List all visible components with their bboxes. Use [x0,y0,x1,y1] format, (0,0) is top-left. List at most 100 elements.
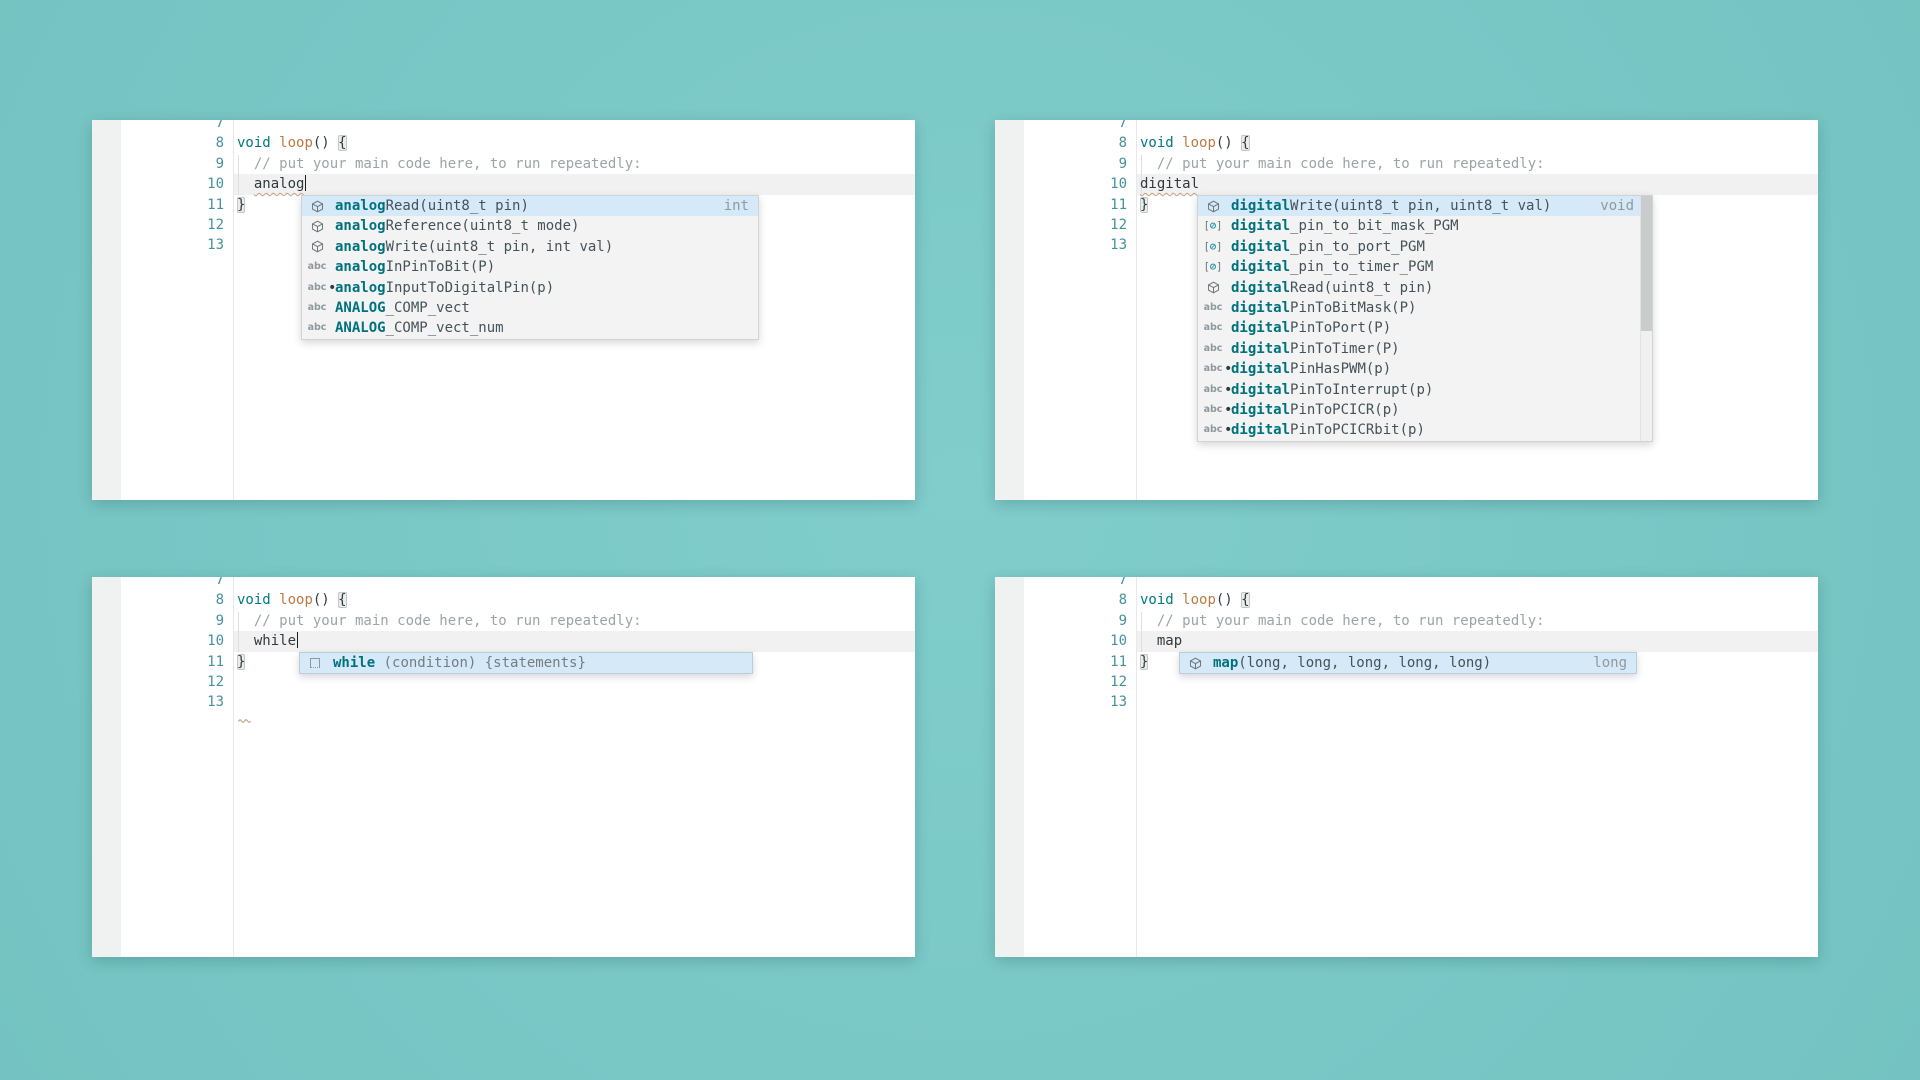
completion-item[interactable]: abc ANALOG_COMP_vect_num [302,318,758,338]
text-suggestion-icon: abc [307,261,327,273]
completion-item[interactable]: analogReference(uint8_t mode) [302,216,758,236]
completion-rest: _pin_to_port_PGM [1290,238,1425,255]
completion-item[interactable]: digitalWrite(uint8_t pin, uint8_t val) vo… [1198,196,1652,217]
completion-prefix: digital [1231,299,1291,316]
completion-item[interactable]: abc digitalPinToTimer(P) [1198,339,1652,359]
text-suggestion-icon: abc [307,301,327,313]
method-icon [306,216,328,236]
method-icon [306,237,328,257]
method-icon [1202,196,1224,216]
completion-item[interactable]: abc analogInPinToBit(P) [302,257,758,277]
completion-rest: PinToTimer(P) [1290,340,1400,357]
completion-rest: Write(uint8_t pin, int val) [385,238,614,255]
text-cursor [296,631,299,648]
completion-item[interactable]: abc • digitalPinToInterrupt(p) [1198,380,1652,400]
while-completion-editor-panel: 7 8 9 10 11 12 13 void loop() { // put y… [92,577,915,957]
completion-label: ANALOG_COMP_vect_num [335,318,504,338]
code-line: void loop() { [237,133,347,153]
completion-item[interactable]: [⊘] digital_pin_to_timer_PGM [1198,257,1652,277]
completion-item[interactable]: map(long, long, long, long, long) long [1180,653,1636,674]
typed-text: analog [253,176,305,193]
completion-rest: InputToDigitalPin(p) [385,279,555,296]
code-line-typed: analog [237,174,307,194]
completion-label: digital_pin_to_port_PGM [1231,237,1425,257]
completion-rest: (condition) {statements} [375,655,586,671]
text-suggestion-icon: abc [1203,301,1223,313]
code-token-keyword: void [237,135,280,152]
text-cursor [304,174,307,191]
completion-rest: _pin_to_timer_PGM [1290,259,1434,276]
completion-item[interactable]: abc • analogInputToDigitalPin(p) [302,278,758,298]
completion-item[interactable]: while (condition) {statements} [300,653,752,674]
text-suggestion-icon: abc [1203,342,1223,354]
code-line-comment: // put your main code here, to run repea… [237,155,642,172]
snippet-icon [304,653,326,673]
method-icon [1184,653,1206,673]
dropdown-scrollbar[interactable] [1640,196,1652,441]
completion-item[interactable]: [⊘] digital_pin_to_port_PGM [1198,237,1652,257]
completion-item[interactable]: abc digitalPinToBitMask(P) [1198,298,1652,318]
completion-rest: Read(uint8_t pin) [1290,279,1434,296]
completion-prefix: analog [335,198,386,214]
completion-prefix: digital [1231,198,1291,214]
completion-item[interactable]: abc • digitalPinToPCICR(p) [1198,400,1652,420]
code-line-comment: // put your main code here, to run repea… [1140,155,1545,172]
code-token-function: loop [1182,135,1216,152]
code-token-keyword: void [1140,592,1183,609]
completion-label: digitalPinHasPWM(p) [1231,359,1391,379]
completion-item[interactable]: abc • digitalPinToPCICRbit(p) [1198,420,1652,440]
completion-rest: (long, long, long, long, long) [1238,655,1492,671]
code-text-area[interactable]: void loop() { // put your main code here… [92,577,915,957]
completion-label: digital_pin_to_bit_mask_PGM [1231,216,1459,236]
completion-item[interactable]: abc digitalPinToPort(P) [1198,318,1652,338]
completion-item[interactable]: analogRead(uint8_t pin) int [302,196,758,217]
code-token: () [1215,135,1242,152]
completion-label: analogReference(uint8_t mode) [335,216,579,236]
member-bullet: • [1224,361,1233,378]
code-line: } [237,195,246,215]
macro-icon: [⊘] [1203,220,1223,233]
bracket-match: { [338,592,347,609]
return-type: int [723,198,749,214]
completion-prefix: digital [1231,381,1291,398]
code-token-function: loop [279,592,313,609]
bracket-match: } [237,653,246,670]
completion-rest: _COMP_vect [385,299,470,316]
completion-rest: Write(uint8_t pin, uint8_t val) [1290,198,1552,214]
text-suggestion-icon: abc [1203,403,1223,415]
completion-label: digitalPinToPCICRbit(p) [1231,420,1425,440]
bracket-match: } [1140,653,1149,670]
completion-label: digitalWrite(uint8_t pin, uint8_t val) [1231,196,1551,216]
completion-label: digitalPinToInterrupt(p) [1231,380,1433,400]
completion-prefix: analog [335,259,386,276]
completion-label: ANALOG_COMP_vect [335,298,470,318]
scrollbar-thumb[interactable] [1641,196,1652,331]
completion-prefix: ANALOG [335,320,386,337]
completion-item[interactable]: digitalRead(uint8_t pin) [1198,278,1652,298]
completion-prefix: map [1213,655,1239,671]
bracket-match: { [1241,592,1250,609]
completion-item[interactable]: abc ANALOG_COMP_vect [302,298,758,318]
completion-rest: PinToPCICRbit(p) [1290,422,1425,439]
completion-prefix: digital [1231,279,1291,296]
code-line: void loop() { [1140,590,1250,610]
member-bullet: • [328,279,337,296]
text-suggestion-icon: abc [1203,424,1223,436]
indent-spaces [1140,633,1157,649]
completion-prefix: ANALOG [335,299,386,316]
completion-prefix: digital [1231,238,1291,255]
completion-item[interactable]: analogWrite(uint8_t pin, int val) [302,237,758,257]
autocomplete-popup: digitalWrite(uint8_t pin, uint8_t val) vo… [1197,195,1653,442]
completion-label: analogInputToDigitalPin(p) [335,278,554,298]
return-type: void [1600,198,1634,214]
method-icon [306,196,328,216]
macro-icon: [⊘] [1203,261,1223,274]
code-text-area[interactable]: void loop() { // put your main code here… [995,577,1818,957]
text-suggestion-icon: abc [1203,383,1223,395]
completion-label: analogRead(uint8_t pin) [335,196,529,216]
completion-rest: PinToPCICR(p) [1290,401,1400,418]
completion-prefix: digital [1231,401,1291,418]
completion-item[interactable]: [⊘] digital_pin_to_bit_mask_PGM [1198,216,1652,236]
method-icon [1202,278,1224,298]
completion-item[interactable]: abc • digitalPinHasPWM(p) [1198,359,1652,379]
